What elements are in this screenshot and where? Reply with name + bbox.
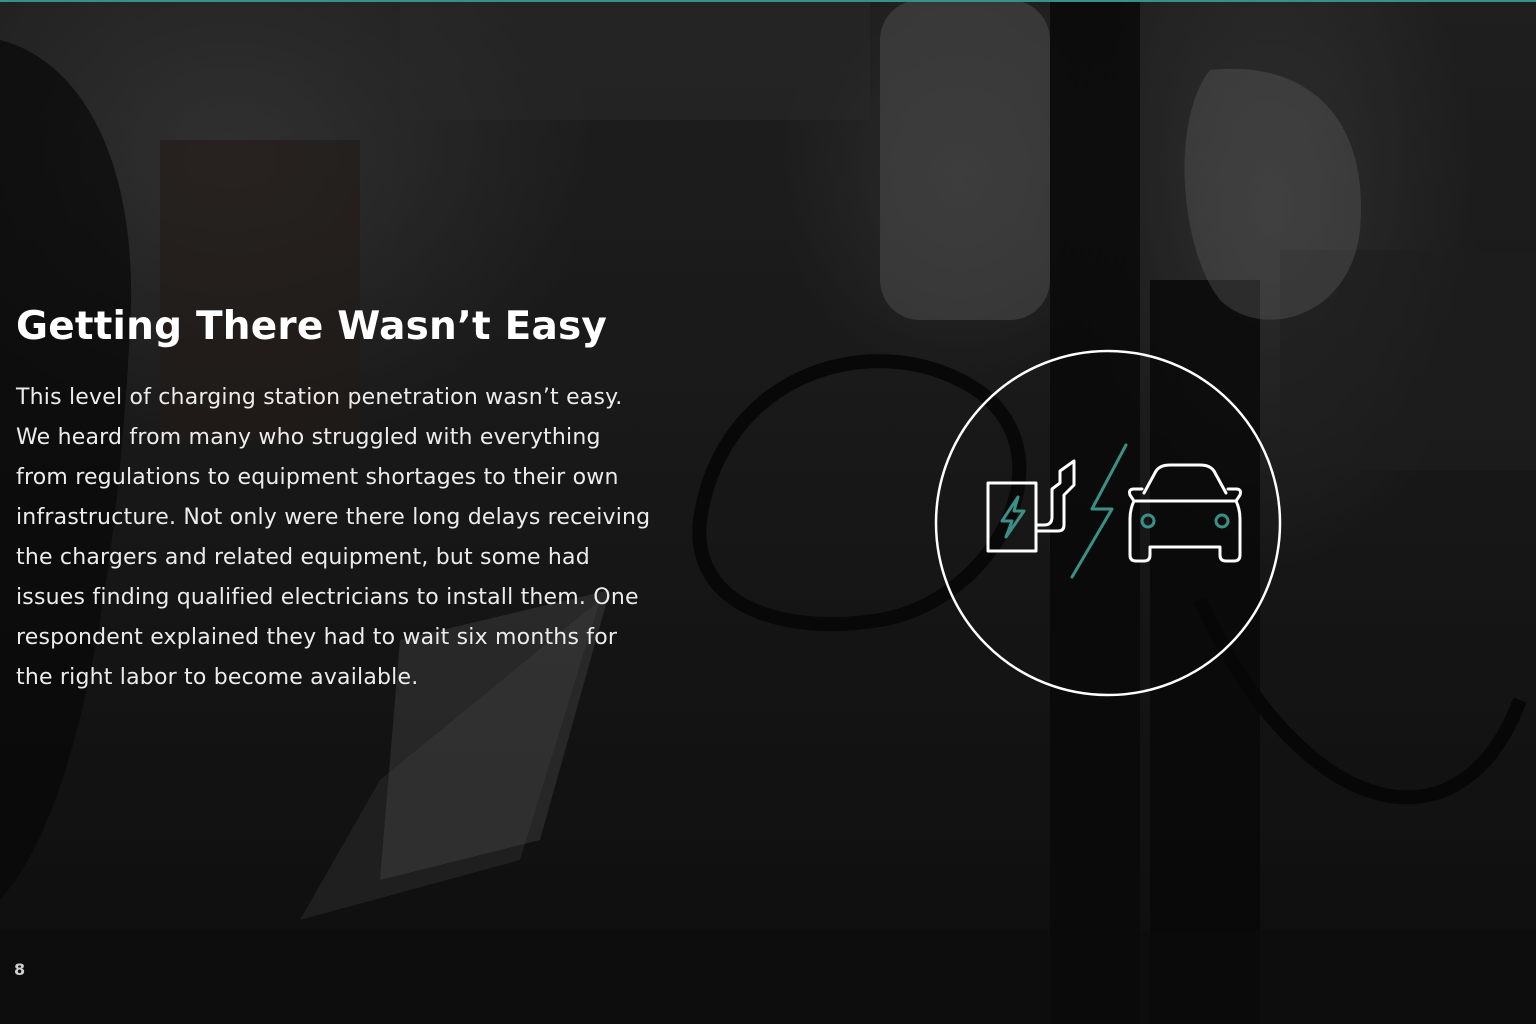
lightning-bolt-icon [1070, 443, 1128, 579]
document-page: Getting There Wasn’t Easy This level of … [0, 0, 1536, 1024]
page-title: Getting There Wasn’t Easy [16, 304, 608, 349]
top-accent-rule [0, 0, 1536, 2]
page-number: 8 [14, 960, 26, 979]
ev-charging-badge [934, 349, 1282, 697]
station-bolt-icon [1000, 495, 1026, 539]
charging-station-icon [986, 459, 1076, 553]
body-paragraph: This level of charging station penetrati… [16, 385, 651, 690]
electric-car-icon [1128, 463, 1242, 563]
